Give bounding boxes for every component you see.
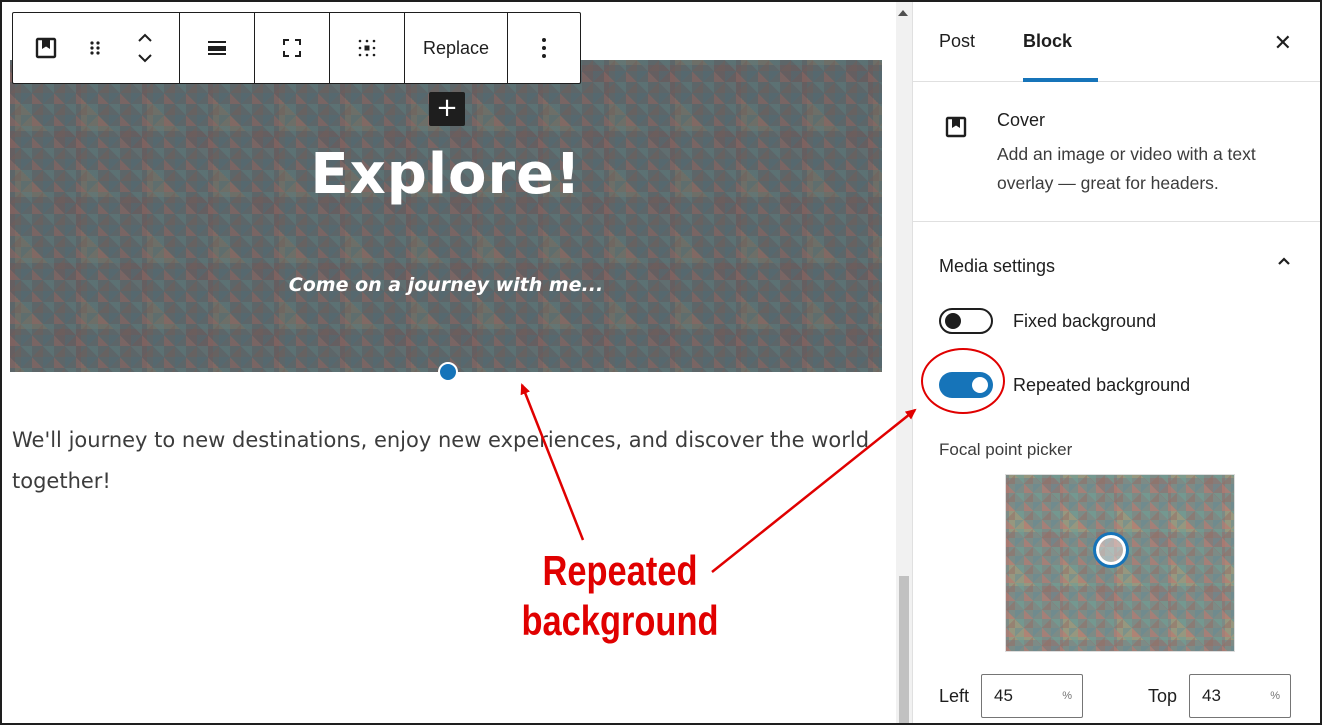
block-card-description: Add an image or video with a text overla… <box>997 144 1256 193</box>
more-options-icon <box>542 38 547 58</box>
cover-subtitle[interactable]: Come on a journey with me... <box>10 274 882 296</box>
cover-block-icon <box>945 116 967 138</box>
fixed-background-label: Fixed background <box>1013 310 1157 331</box>
focal-left-unit: % <box>1062 690 1073 702</box>
chevron-up-icon[interactable] <box>1274 252 1294 272</box>
focal-top-label: Top <box>1148 685 1178 706</box>
content-position-icon <box>358 39 376 57</box>
focal-left-row: Left 45 % <box>939 674 1084 718</box>
scrollbar-thumb[interactable] <box>899 576 909 723</box>
annotation-line-2: background <box>521 597 719 644</box>
toolbar-group-align <box>180 13 255 83</box>
repeated-background-label: Repeated background <box>1013 374 1191 395</box>
focal-top-unit: % <box>1270 690 1281 702</box>
focal-top-input[interactable]: 43 % <box>1189 674 1292 718</box>
full-height-button[interactable] <box>255 13 329 83</box>
settings-sidebar: Post Block ✕ Cover Add an image or video… <box>912 2 1320 723</box>
tab-post[interactable]: Post <box>913 2 1001 81</box>
drag-handle-button[interactable] <box>79 13 111 83</box>
fixed-background-toggle[interactable] <box>939 308 993 334</box>
move-up-down-icon <box>138 33 152 63</box>
focal-point-picker[interactable] <box>1005 474 1235 652</box>
more-options-button[interactable] <box>508 13 580 83</box>
focal-point-handle[interactable] <box>1093 532 1129 568</box>
fullscreen-icon <box>283 39 301 57</box>
toolbar-group-replace: Replace <box>405 13 509 83</box>
media-settings-title[interactable]: Media settings <box>939 256 1055 277</box>
focal-left-label: Left <box>939 685 970 706</box>
cover-resize-handle[interactable] <box>438 362 458 382</box>
cover-title[interactable]: Explore! <box>10 142 882 207</box>
paragraph-block[interactable]: We'll journey to new destinations, enjoy… <box>12 420 882 502</box>
move-up-down-button[interactable] <box>111 13 179 83</box>
cover-block-icon <box>35 37 57 59</box>
editor-canvas: Explore! Come on a journey with me... + <box>2 2 896 723</box>
align-button[interactable] <box>180 13 254 83</box>
align-icon <box>208 41 226 55</box>
focal-left-input[interactable]: 45 % <box>981 674 1084 718</box>
close-icon[interactable]: ✕ <box>1274 30 1292 56</box>
editor-scrollbar[interactable] <box>896 2 912 723</box>
focal-left-value[interactable]: 45 <box>982 686 1013 706</box>
block-card: Cover Add an image or video with a text … <box>913 82 1320 222</box>
block-inserter-button[interactable]: + <box>429 92 465 126</box>
content-position-button[interactable] <box>330 13 404 83</box>
toolbar-group-position <box>330 13 405 83</box>
cover-block-button[interactable] <box>13 13 79 83</box>
drag-handle-icon <box>90 41 100 55</box>
focal-top-row: Top 43 % <box>1148 674 1292 718</box>
scroll-up-arrow-icon[interactable] <box>898 10 908 16</box>
block-toolbar: Replace <box>12 12 582 84</box>
toolbar-group-more <box>508 13 580 83</box>
sidebar-tabs: Post Block ✕ <box>913 2 1320 82</box>
toolbar-group-fullscreen <box>255 13 330 83</box>
toolbar-group-block <box>13 13 180 83</box>
tab-block[interactable]: Block <box>1001 2 1099 82</box>
block-card-title: Cover <box>997 110 1046 130</box>
replace-button[interactable]: Replace <box>405 13 507 83</box>
fixed-background-row: Fixed background <box>939 308 1156 334</box>
annotation-highlight-circle <box>921 348 1005 414</box>
annotation-label: Repeated background <box>497 546 743 646</box>
toggle-knob <box>945 313 961 329</box>
focal-point-picker-label: Focal point picker <box>939 440 1073 459</box>
focal-top-value[interactable]: 43 <box>1190 686 1221 706</box>
annotation-line-1: Repeated <box>542 547 698 594</box>
